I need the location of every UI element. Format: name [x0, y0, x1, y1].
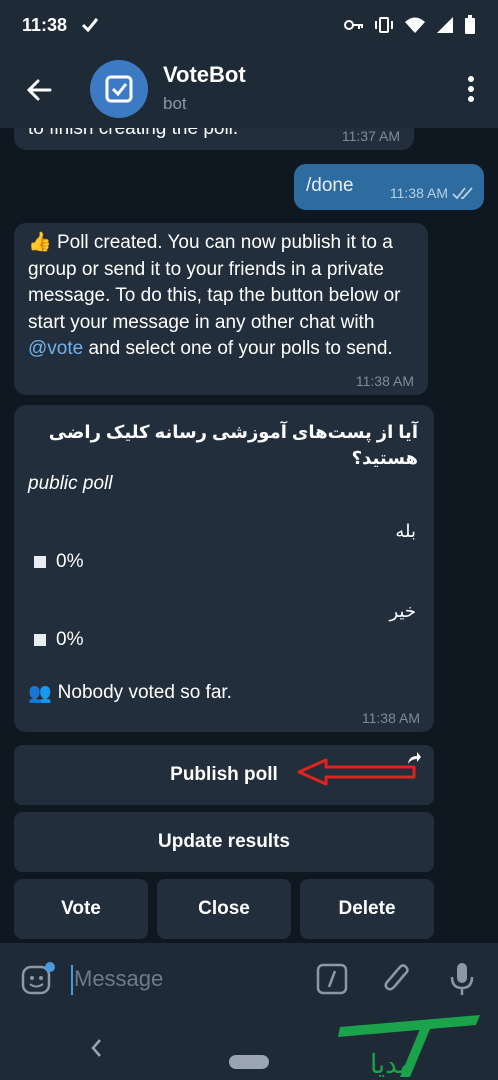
message-text: and select one of your polls to send.: [83, 338, 393, 359]
message-text: to finish creating the poll.: [28, 128, 239, 139]
chat-subtitle: bot: [163, 94, 187, 113]
publish-poll-button[interactable]: Publish poll: [14, 745, 434, 805]
chat-title[interactable]: VoteBot: [163, 62, 246, 88]
poll-option-result: 0%: [34, 629, 83, 651]
battery-icon: [465, 15, 475, 34]
message-input-bar: [0, 943, 498, 1015]
thumbs-up-emoji: 👍: [28, 232, 52, 253]
button-label: Delete: [338, 898, 396, 919]
signal-icon: [437, 17, 453, 33]
more-options-icon[interactable]: [466, 74, 476, 104]
delete-button[interactable]: Delete: [300, 879, 434, 939]
button-label: Vote: [61, 898, 101, 919]
status-bar: 11:38: [0, 0, 498, 50]
people-emoji: 👥: [28, 683, 52, 704]
annotation-arrow-icon: [297, 758, 416, 786]
poll-option-result: 0%: [34, 551, 83, 573]
svg-text:مدیا: مدیا: [370, 1050, 413, 1080]
app-bar: VoteBot bot: [0, 50, 498, 128]
poll-message: آیا از پست‌های آموزشی رسانه کلیک راضی هس…: [14, 405, 434, 732]
wifi-icon: [405, 17, 425, 33]
message-text: /done: [306, 175, 354, 196]
bot-commands-icon[interactable]: [316, 963, 348, 995]
status-time: 11:38: [22, 14, 68, 35]
update-results-button[interactable]: Update results: [14, 812, 434, 872]
chat-area[interactable]: to finish creating the poll. 11:37 AM /d…: [0, 128, 498, 943]
nav-home-pill[interactable]: [229, 1055, 269, 1069]
system-navigation-bar: مدیا: [0, 1015, 498, 1080]
microphone-icon[interactable]: [448, 961, 476, 997]
poll-option-percent: 0%: [56, 629, 84, 650]
read-checks-icon: [452, 187, 473, 200]
nav-back-icon[interactable]: [88, 1037, 104, 1059]
poll-status-text: Nobody voted so far.: [57, 682, 232, 703]
checkbox-icon: [105, 75, 133, 103]
message-time: 11:38 AM: [389, 185, 448, 201]
poll-option-percent: 0%: [56, 551, 84, 572]
poll-option-label: خیر: [389, 601, 417, 621]
outgoing-message: /done 11:38 AM: [294, 164, 484, 210]
poll-type: public poll: [28, 473, 113, 494]
button-label: Publish poll: [170, 764, 278, 785]
message-time: 11:37 AM: [341, 128, 400, 144]
close-button[interactable]: Close: [157, 879, 291, 939]
button-label: Close: [198, 898, 250, 919]
check-icon: [81, 18, 99, 33]
vote-mention-link[interactable]: @vote: [28, 338, 83, 359]
sticker-emoji-icon[interactable]: [20, 961, 56, 997]
square-icon: [34, 556, 46, 568]
poll-question: آیا از پست‌های آموزشی رسانه کلیک راضی هس…: [48, 422, 418, 468]
text-cursor: [71, 965, 73, 995]
message-input[interactable]: [74, 961, 294, 997]
message-time: 11:38 AM: [361, 710, 420, 726]
attach-icon[interactable]: [382, 961, 412, 997]
poll-created-message: 👍 Poll created. You can now publish it t…: [14, 223, 428, 395]
button-label: Update results: [158, 831, 290, 852]
watermark-logo: مدیا: [338, 1015, 480, 1080]
avatar[interactable]: [90, 60, 148, 118]
key-icon: [344, 20, 363, 30]
poll-option-label: بله: [395, 521, 416, 541]
poll-status: 👥 Nobody voted so far.: [28, 681, 232, 705]
message-time: 11:38 AM: [355, 373, 414, 389]
message-text: Poll created. You can now publish it to …: [28, 232, 401, 333]
back-arrow-icon[interactable]: [22, 72, 58, 108]
incoming-message: to finish creating the poll. 11:37 AM: [14, 128, 414, 150]
square-icon: [34, 634, 46, 646]
vibrate-icon: [375, 17, 393, 33]
vote-button[interactable]: Vote: [14, 879, 148, 939]
